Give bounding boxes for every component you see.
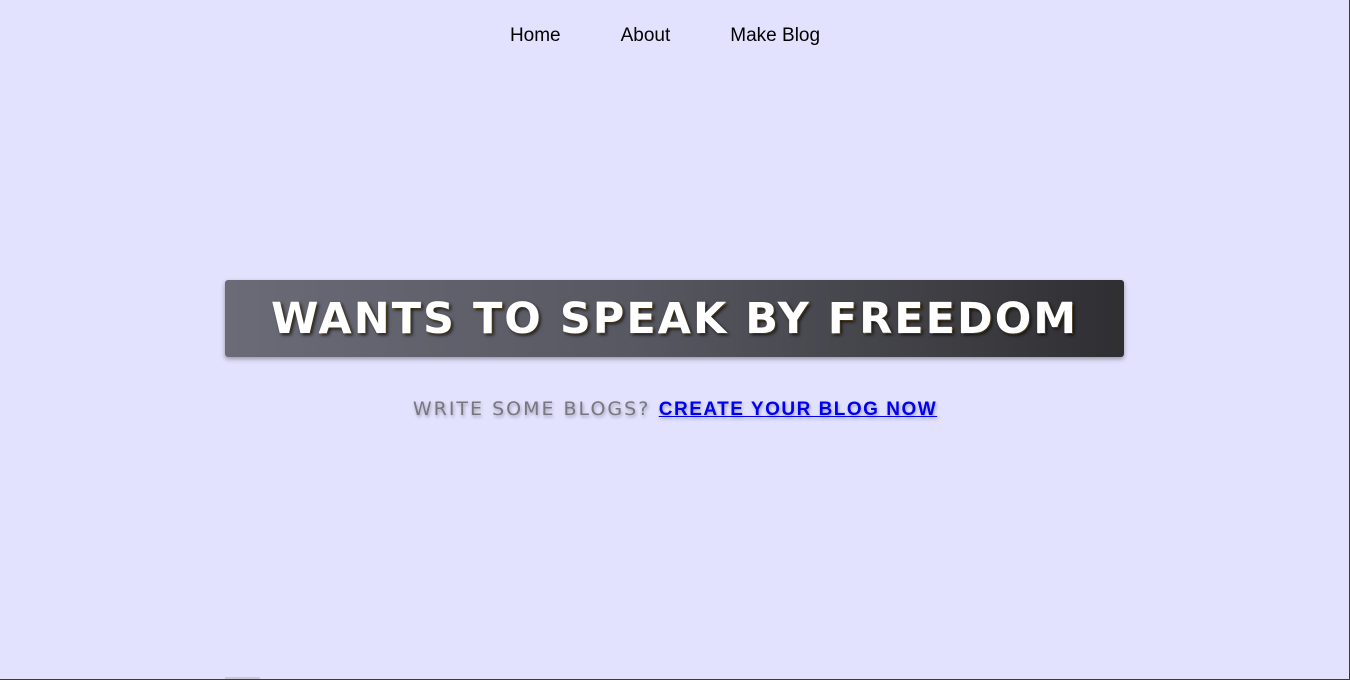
main-nav: Home About Make Blog [0,24,1340,48]
nav-link-home[interactable]: Home [510,24,561,48]
nav-link-about[interactable]: About [621,24,671,48]
tagline: WRITE SOME BLOGS? CREATE YOUR BLOG NOW [0,398,1350,421]
scrollbar-thumb[interactable] [225,677,260,679]
hero-title: WANTS TO SPEAK BY FREEDOM [270,293,1079,344]
nav-link-make-blog[interactable]: Make Blog [730,24,820,48]
create-blog-link[interactable]: CREATE YOUR BLOG NOW [659,399,937,420]
hero-banner: WANTS TO SPEAK BY FREEDOM [225,280,1124,357]
tagline-text: WRITE SOME BLOGS? [412,398,651,420]
page: { "nav": { "items": [ {"label": "Home"},… [0,0,1350,680]
